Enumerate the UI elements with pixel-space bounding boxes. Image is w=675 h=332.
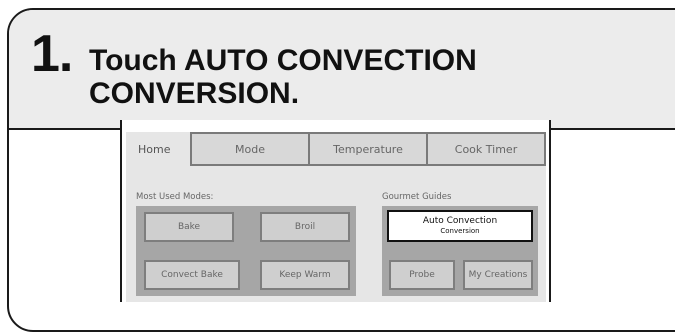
keep-warm-button-label: Keep Warm <box>279 270 331 280</box>
auto-convection-conversion-line-2: Conversion <box>440 227 480 235</box>
bake-button-label: Bake <box>177 222 201 232</box>
probe-button-label: Probe <box>409 270 435 280</box>
step-instruction-line-1: Touch AUTO CONVECTION <box>89 44 477 77</box>
tab-bar: Home Mode Temperature Cook Timer <box>126 132 546 168</box>
oven-touch-display: Home Mode Temperature Cook Timer Most Us… <box>126 132 546 302</box>
auto-convection-conversion-line-1: Auto Convection <box>422 216 498 226</box>
convect-bake-button-label: Convect Bake <box>161 270 223 280</box>
auto-convection-conversion-button[interactable]: Auto Convection Conversion <box>387 210 533 242</box>
step-number: 1. <box>31 25 73 83</box>
step-header: 1. Touch AUTO CONVECTION CONVERSION. <box>9 10 675 130</box>
step-instruction: Touch AUTO CONVECTION CONVERSION. <box>89 44 569 110</box>
bake-button[interactable]: Bake <box>144 212 234 242</box>
my-creations-button[interactable]: My Creations <box>463 260 533 290</box>
tab-cook-timer[interactable]: Cook Timer <box>426 132 546 166</box>
tab-cook-timer-label: Cook Timer <box>454 142 518 156</box>
gourmet-guides-heading: Gourmet Guides <box>382 192 452 202</box>
tab-temperature-label: Temperature <box>333 142 403 156</box>
oven-display-frame: Home Mode Temperature Cook Timer Most Us… <box>120 120 551 302</box>
tab-mode[interactable]: Mode <box>190 132 310 166</box>
probe-button[interactable]: Probe <box>389 260 455 290</box>
most-used-modes-heading: Most Used Modes: <box>136 192 214 202</box>
convect-bake-button[interactable]: Convect Bake <box>144 260 240 290</box>
tab-temperature[interactable]: Temperature <box>308 132 428 166</box>
keep-warm-button[interactable]: Keep Warm <box>260 260 350 290</box>
tab-home-label: Home <box>138 142 171 156</box>
step-instruction-line-2: CONVERSION. <box>89 77 300 110</box>
my-creations-button-label: My Creations <box>468 270 528 280</box>
broil-button-label: Broil <box>294 222 316 232</box>
tab-home[interactable]: Home <box>126 132 188 166</box>
tab-mode-label: Mode <box>235 142 265 156</box>
broil-button[interactable]: Broil <box>260 212 350 242</box>
